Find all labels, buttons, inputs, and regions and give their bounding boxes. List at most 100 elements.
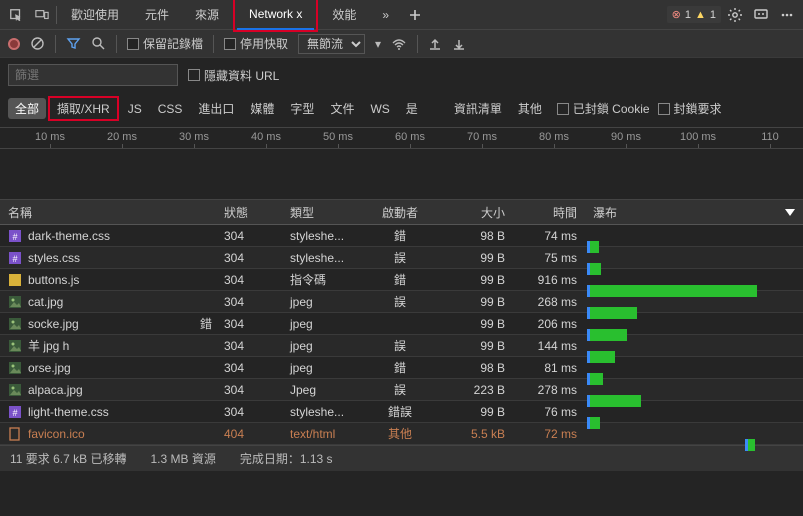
waterfall-bar: [587, 307, 637, 319]
timeline-overview[interactable]: [0, 149, 803, 199]
waterfall-bar: [587, 351, 615, 363]
ruler-tick: 90 ms: [611, 131, 641, 143]
table-row[interactable]: # light-theme.css 304 styleshe... 錯誤 99 …: [0, 401, 803, 423]
cell-name: orse.jpg: [0, 361, 220, 375]
tab-overflow[interactable]: »: [370, 0, 401, 30]
file-name: 羊 jpg h: [28, 337, 69, 354]
chevron-down-icon[interactable]: ▾: [375, 37, 381, 51]
type-all[interactable]: 全部: [8, 98, 46, 119]
separator: [56, 6, 57, 24]
col-size[interactable]: 大小: [435, 204, 515, 221]
download-icon[interactable]: [452, 37, 466, 51]
settings-icon[interactable]: [723, 3, 747, 27]
waterfall-bar: [587, 263, 601, 275]
type-font[interactable]: 字型: [283, 98, 321, 119]
separator: [55, 35, 56, 53]
cell-status: 304: [220, 339, 290, 353]
tab-welcome[interactable]: 歡迎使用: [59, 0, 131, 30]
search-icon[interactable]: [91, 36, 106, 51]
file-name: light-theme.css: [28, 405, 109, 419]
cell-size: 99 B: [435, 295, 515, 309]
blocked-reqs-checkbox[interactable]: 封鎖要求: [658, 100, 722, 117]
col-time[interactable]: 時間: [515, 204, 585, 221]
table-row[interactable]: 羊 jpg h 304 jpeg 誤 99 B 144 ms: [0, 335, 803, 357]
filter-input[interactable]: [8, 64, 178, 86]
tab-elements[interactable]: 元件: [133, 0, 181, 30]
cell-initiator: 誤: [365, 293, 435, 310]
col-name[interactable]: 名稱: [0, 204, 220, 221]
hide-data-urls-label: 隱藏資料 URL: [204, 67, 279, 84]
cell-size: 98 B: [435, 229, 515, 243]
type-import[interactable]: 進出口: [191, 98, 241, 119]
filter-icon[interactable]: [66, 36, 81, 51]
file-icon: [8, 273, 22, 287]
device-icon[interactable]: [30, 3, 54, 27]
type-css[interactable]: CSS: [151, 100, 190, 118]
type-js[interactable]: JS: [121, 100, 149, 118]
table-row[interactable]: orse.jpg 304 jpeg 錯 98 B 81 ms: [0, 357, 803, 379]
type-fetch[interactable]: 擷取/XHR: [50, 98, 117, 119]
cell-time: 206 ms: [515, 317, 585, 331]
type-ws[interactable]: WS: [363, 100, 396, 118]
tab-performance[interactable]: 效能: [320, 0, 368, 30]
checkbox-box: [188, 69, 200, 81]
preserve-log-checkbox[interactable]: 保留記錄檔: [127, 35, 203, 52]
cell-status: 404: [220, 427, 290, 441]
type-manifest[interactable]: 資訊清單: [447, 98, 509, 119]
cell-size: 98 B: [435, 361, 515, 375]
type-other[interactable]: 其他: [511, 98, 549, 119]
ruler-tick: 110: [761, 131, 779, 143]
table-row[interactable]: favicon.ico 404 text/html 其他 5.5 kB 72 m…: [0, 423, 803, 445]
hide-data-urls-checkbox[interactable]: 隱藏資料 URL: [188, 67, 279, 84]
table-row[interactable]: # styles.css 304 styleshe... 誤 99 B 75 m…: [0, 247, 803, 269]
file-name: cat.jpg: [28, 295, 63, 309]
cell-size: 99 B: [435, 273, 515, 287]
cell-type: styleshe...: [290, 405, 365, 419]
tab-network[interactable]: Network x: [237, 0, 314, 30]
cell-name: buttons.js: [0, 273, 220, 287]
warning-count: 1: [710, 9, 716, 21]
disable-cache-checkbox[interactable]: 停用快取: [224, 35, 288, 52]
tab-sources[interactable]: 來源: [183, 0, 231, 30]
type-doc[interactable]: 文件: [323, 98, 361, 119]
throttle-select[interactable]: 無節流: [298, 34, 365, 54]
col-waterfall[interactable]: 瀑布: [585, 204, 803, 221]
cell-type: 指令碼: [290, 271, 365, 288]
table-row[interactable]: socke.jpg錯 304 jpeg 99 B 206 ms: [0, 313, 803, 335]
file-icon: [8, 383, 22, 397]
table-row[interactable]: alpaca.jpg 304 Jpeg 誤 223 B 278 ms: [0, 379, 803, 401]
upload-icon[interactable]: [428, 37, 442, 51]
cell-initiator: 其他: [365, 425, 435, 442]
waterfall-bar: [587, 241, 599, 253]
inspect-icon[interactable]: [4, 3, 28, 27]
cell-type: Jpeg: [290, 383, 365, 397]
clear-icon[interactable]: [30, 36, 45, 51]
table-row[interactable]: buttons.js 304 指令碼 錯 99 B 916 ms: [0, 269, 803, 291]
file-name: alpaca.jpg: [28, 383, 83, 397]
record-button[interactable]: [8, 38, 20, 50]
feedback-icon[interactable]: [749, 3, 773, 27]
table-row[interactable]: # dark-theme.css 304 styleshe... 錯 98 B …: [0, 225, 803, 247]
type-media[interactable]: 媒體: [243, 98, 281, 119]
issues-badge[interactable]: ⊗ 1 ▲ 1: [667, 6, 721, 23]
type-is[interactable]: 是: [399, 98, 425, 119]
add-tab-icon[interactable]: [403, 3, 427, 27]
cell-name: favicon.ico: [0, 427, 220, 441]
cell-name: socke.jpg錯: [0, 317, 220, 331]
separator: [116, 35, 117, 53]
col-status[interactable]: 狀態: [220, 204, 290, 221]
cell-initiator: 錯: [365, 359, 435, 376]
filter-row: 隱藏資料 URL: [0, 58, 803, 92]
ruler-tick: 30 ms: [179, 131, 209, 143]
blocked-reqs-label: 封鎖要求: [674, 100, 722, 117]
ruler-tick: 40 ms: [251, 131, 281, 143]
blocked-cookies-checkbox[interactable]: 已封鎖 Cookie: [557, 100, 650, 117]
wifi-icon[interactable]: [391, 37, 407, 51]
waterfall-bar: [587, 395, 641, 407]
more-icon[interactable]: [775, 3, 799, 27]
col-type[interactable]: 類型: [290, 204, 365, 221]
cell-name: alpaca.jpg: [0, 383, 220, 397]
error-count-icon: ⊗: [672, 8, 681, 21]
col-initiator[interactable]: 啟動者: [365, 204, 435, 221]
file-icon: [8, 427, 22, 441]
